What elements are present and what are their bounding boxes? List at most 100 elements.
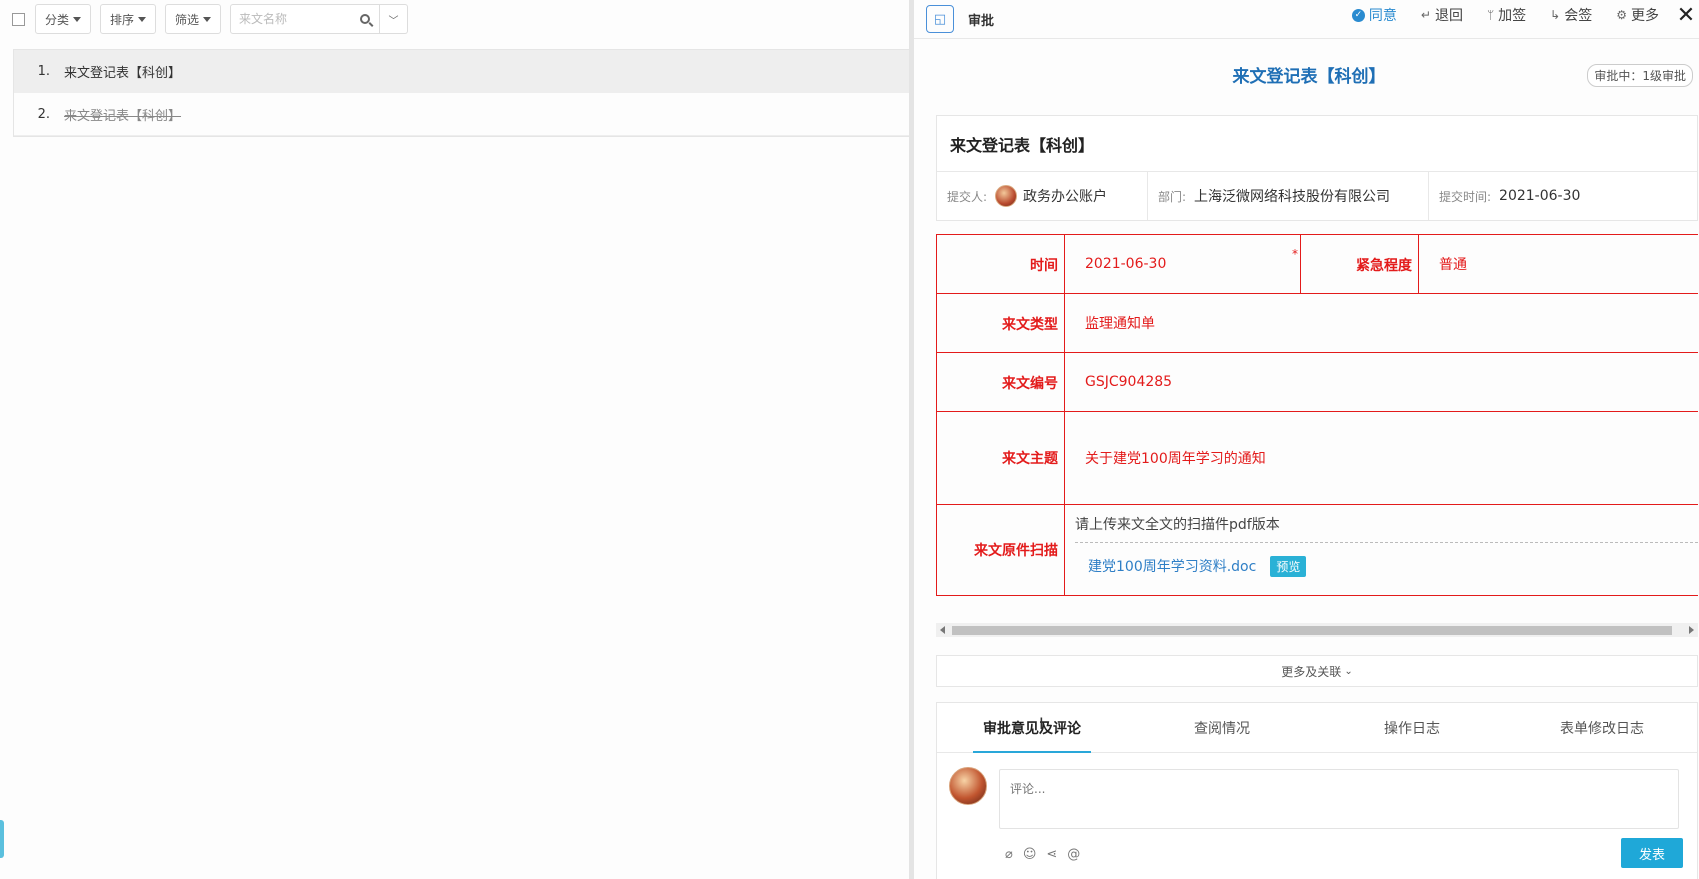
tab-operation-log[interactable]: 操作日志 bbox=[1317, 703, 1507, 752]
scroll-thumb[interactable] bbox=[952, 626, 1672, 635]
tab-view-status[interactable]: 查阅情况 bbox=[1127, 703, 1317, 752]
attachment-icon[interactable]: ⌀ bbox=[1005, 847, 1013, 862]
attachment-row: 建党100周年学习资料.doc 预览 bbox=[1075, 543, 1698, 589]
status-badge: 审批中：1级审批 bbox=[1587, 64, 1693, 87]
form-row-subject: 来文主题 关于建党100周年学习的通知 bbox=[937, 412, 1698, 505]
comments-section: 审批意见及评论 查阅情况 操作日志 表单修改日志 ⌀ ☺ ⋖ @ 发表 bbox=[936, 702, 1698, 879]
caret-down-icon bbox=[73, 16, 82, 22]
more-button[interactable]: ⚙ 更多 bbox=[1616, 5, 1659, 25]
number-value: GSJC904285 bbox=[1085, 374, 1173, 390]
preview-button[interactable]: 预览 bbox=[1270, 555, 1307, 577]
horizontal-scrollbar[interactable] bbox=[936, 623, 1698, 637]
item-title: 来文登记表【科创】 bbox=[64, 65, 182, 81]
subject-field[interactable]: 关于建党100周年学习的通知 bbox=[1065, 412, 1698, 504]
dept-cell: 部门: 上海泛微网络科技股份有限公司 bbox=[1148, 172, 1429, 220]
card-title: 来文登记表【科创】 bbox=[937, 116, 1697, 172]
chevron-down-icon: ﹀ bbox=[388, 15, 399, 27]
submitter-name[interactable]: 政务办公账户 bbox=[1023, 186, 1107, 206]
list-item[interactable]: 2. 来文登记表【科创】 bbox=[14, 93, 909, 136]
urgency-field[interactable]: 普通 bbox=[1419, 235, 1698, 293]
submitter-cell: 提交人: 政务办公账户 bbox=[937, 172, 1148, 220]
co-sign-label: 会签 bbox=[1564, 8, 1593, 24]
share-icon[interactable]: ⋖ bbox=[1046, 847, 1057, 862]
return-label: 退回 bbox=[1434, 8, 1463, 24]
urgency-value: 普通 bbox=[1439, 257, 1467, 273]
filter-button[interactable]: 筛选 bbox=[165, 4, 222, 34]
field-label: 来文类型 bbox=[937, 294, 1065, 352]
emoji-icon[interactable]: ☺ bbox=[1023, 847, 1037, 862]
side-drawer-tab[interactable] bbox=[0, 820, 4, 858]
approval-panel: ◱ 审批 ✓ 同意 ↵ 退回 ᛘ 加签 ↳ 会签 ⚙ 更多 ✕ 来文登记表【科创… bbox=[909, 0, 1699, 879]
comment-input[interactable] bbox=[999, 769, 1679, 829]
caret-down-icon bbox=[203, 16, 212, 22]
search-box bbox=[230, 4, 381, 34]
attachment-link[interactable]: 建党100周年学习资料.doc bbox=[1088, 556, 1256, 576]
submit-time-cell: 提交时间: 2021-06-30 bbox=[1429, 172, 1697, 220]
more-related-label: 更多及关联 bbox=[1281, 664, 1342, 679]
submit-time-label: 提交时间: bbox=[1439, 189, 1492, 204]
type-field[interactable]: 监理通知单 bbox=[1065, 294, 1698, 352]
check-circle-icon: ✓ bbox=[1351, 8, 1365, 22]
text-cursor-icon: I bbox=[1039, 714, 1044, 733]
filter-label: 筛选 bbox=[175, 12, 200, 27]
request-meta: 提交人: 政务办公账户 部门: 上海泛微网络科技股份有限公司 提交时间: 202… bbox=[937, 172, 1697, 220]
header-title: 审批 bbox=[968, 13, 995, 29]
list-toolbar: 分类 排序 筛选 ﹀ bbox=[12, 4, 409, 34]
category-button[interactable]: 分类 bbox=[35, 4, 92, 34]
co-sign-button[interactable]: ↳ 会签 bbox=[1550, 5, 1592, 25]
agree-label: 同意 bbox=[1368, 8, 1397, 24]
return-button[interactable]: ↵ 退回 bbox=[1421, 5, 1463, 25]
form-title: 来文登记表【科创】 bbox=[1232, 67, 1386, 87]
tab-approval-comments[interactable]: 审批意见及评论 bbox=[937, 703, 1127, 753]
field-label: 时间 bbox=[937, 235, 1065, 293]
scroll-right-icon[interactable] bbox=[1689, 626, 1694, 634]
search-input[interactable] bbox=[239, 12, 340, 26]
header-actions: ✓ 同意 ↵ 退回 ᛘ 加签 ↳ 会签 ⚙ 更多 bbox=[1328, 0, 1659, 30]
sort-label: 排序 bbox=[110, 12, 135, 27]
select-all-checkbox[interactable] bbox=[12, 12, 25, 26]
list-item[interactable]: 1. 来文登记表【科创】 bbox=[14, 50, 909, 93]
search-icon[interactable] bbox=[360, 14, 371, 24]
caret-down-icon bbox=[138, 16, 147, 22]
search-options-button[interactable]: ﹀ bbox=[380, 4, 409, 34]
subject-value: 关于建党100周年学习的通知 bbox=[1085, 451, 1266, 467]
panel-toggle-icon[interactable]: ◱ bbox=[926, 5, 954, 33]
add-sign-button[interactable]: ᛘ 加签 bbox=[1487, 5, 1526, 25]
form-table: 时间 2021-06-30 * 紧急程度 普通 来文类型 监理通知单 来文编号 … bbox=[936, 234, 1698, 596]
field-label: 来文编号 bbox=[937, 353, 1065, 411]
scroll-left-icon[interactable] bbox=[940, 626, 945, 634]
number-field[interactable]: GSJC904285 bbox=[1065, 353, 1698, 411]
close-icon[interactable]: ✕ bbox=[1673, 0, 1699, 30]
tab-form-change-log[interactable]: 表单修改日志 bbox=[1507, 703, 1697, 752]
dept-name: 上海泛微网络科技股份有限公司 bbox=[1194, 189, 1391, 205]
field-label: 紧急程度 bbox=[1301, 235, 1419, 293]
avatar bbox=[995, 185, 1018, 207]
field-label: 来文主题 bbox=[937, 412, 1065, 504]
upload-field: 请上传来文全文的扫描件pdf版本 建党100周年学习资料.doc 预览 bbox=[1065, 505, 1698, 595]
time-field[interactable]: 2021-06-30 * bbox=[1065, 235, 1301, 293]
chevron-down-icon: ⌄ bbox=[1344, 665, 1353, 677]
dept-label: 部门: bbox=[1158, 189, 1187, 204]
more-related-button[interactable]: 更多及关联 ⌄ bbox=[936, 655, 1698, 687]
submit-time-value: 2021-06-30 bbox=[1499, 188, 1581, 204]
submitter-label: 提交人: bbox=[947, 189, 988, 204]
publish-button[interactable]: 发表 bbox=[1621, 838, 1683, 868]
type-value: 监理通知单 bbox=[1085, 316, 1155, 332]
upload-hint: 请上传来文全文的扫描件pdf版本 bbox=[1075, 505, 1698, 543]
category-label: 分类 bbox=[45, 12, 70, 27]
comment-tools: ⌀ ☺ ⋖ @ bbox=[1005, 847, 1090, 862]
form-row-scan: 来文原件扫描 请上传来文全文的扫描件pdf版本 建党100周年学习资料.doc … bbox=[937, 505, 1698, 595]
agree-button[interactable]: ✓ 同意 bbox=[1351, 5, 1397, 25]
form-row-time: 时间 2021-06-30 * 紧急程度 普通 bbox=[937, 235, 1698, 294]
return-arrow-icon: ↵ bbox=[1420, 8, 1431, 22]
sort-button[interactable]: 排序 bbox=[100, 4, 157, 34]
avatar bbox=[949, 767, 987, 805]
item-number: 2. bbox=[37, 106, 50, 122]
mention-icon[interactable]: @ bbox=[1067, 847, 1080, 862]
field-label: 来文原件扫描 bbox=[937, 505, 1065, 595]
document-list: 1. 来文登记表【科创】 2. 来文登记表【科创】 bbox=[13, 49, 909, 137]
more-label: 更多 bbox=[1631, 8, 1659, 24]
comment-tabs: 审批意见及评论 查阅情况 操作日志 表单修改日志 bbox=[937, 703, 1697, 753]
list-pane: 分类 排序 筛选 ﹀ 1. 来文登记表【科创】 2. 来文登记表【科创】 bbox=[0, 0, 909, 879]
branch-icon: ᛘ bbox=[1486, 8, 1495, 22]
